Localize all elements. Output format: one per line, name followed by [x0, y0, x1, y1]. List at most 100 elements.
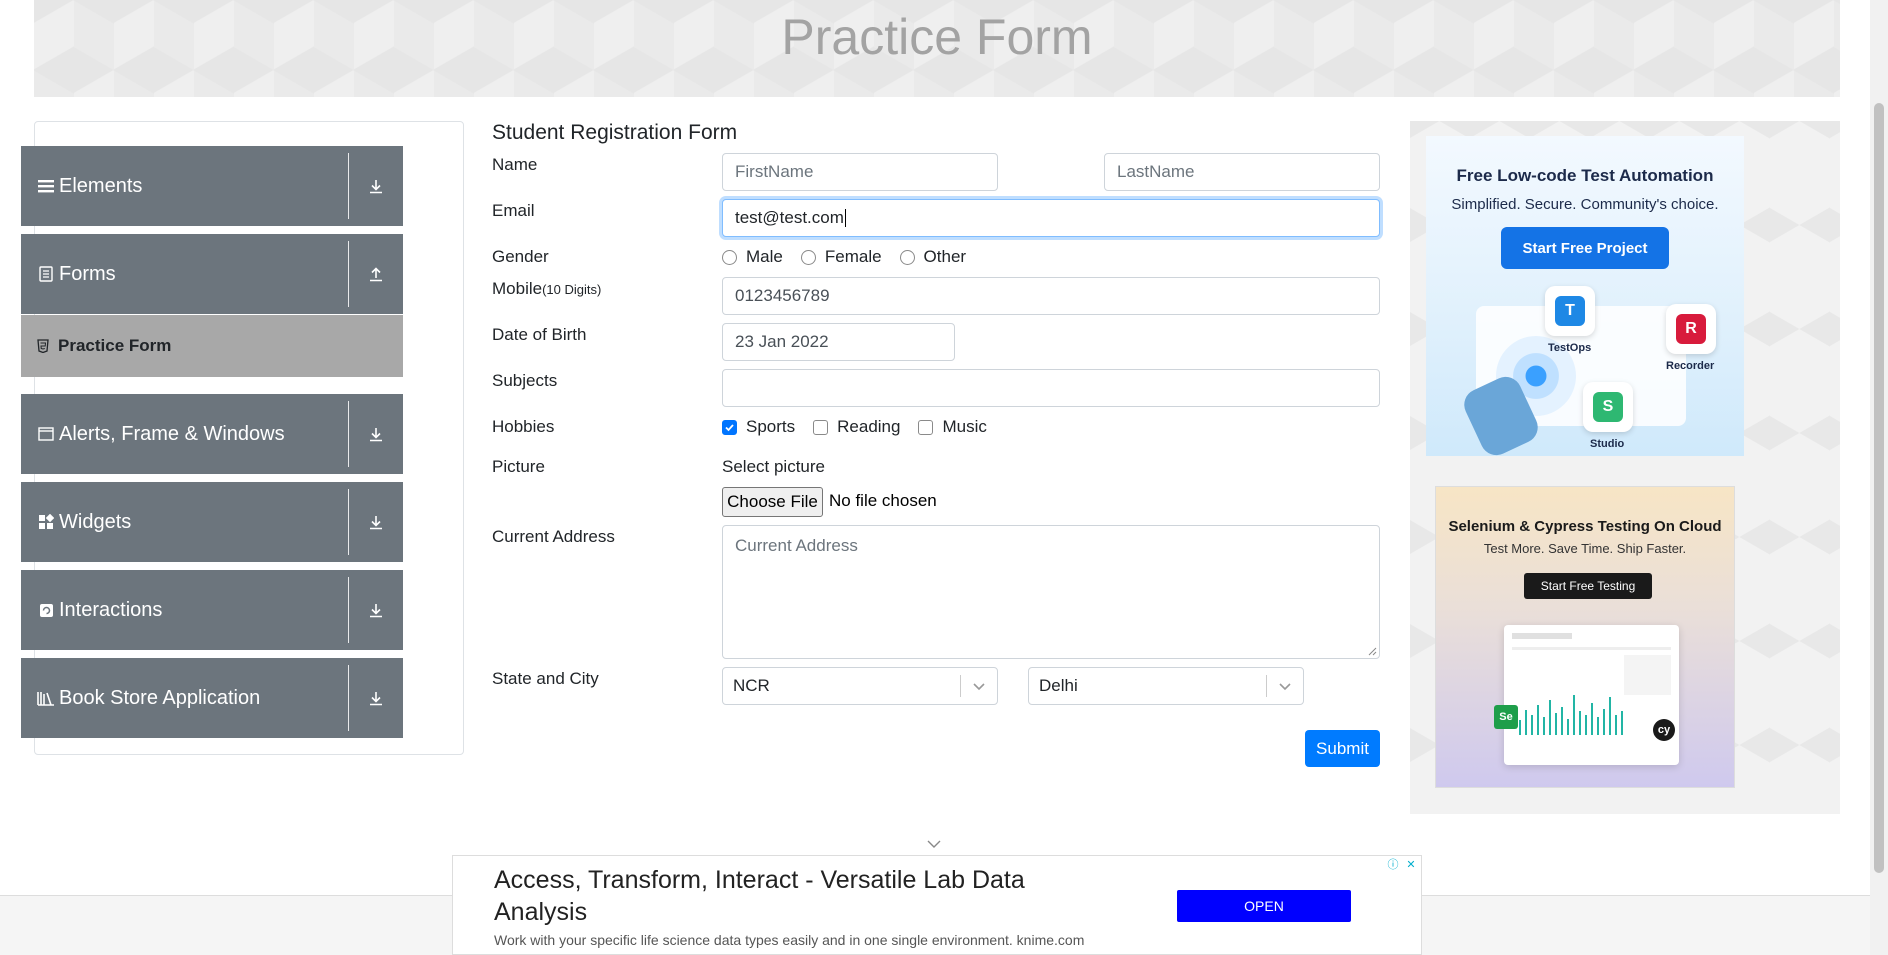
mobile-hint: (10 Digits) [542, 282, 602, 297]
gender-female-radio[interactable]: Female [800, 247, 882, 267]
menu-group-label: Elements [59, 174, 143, 197]
interaction-icon [37, 601, 55, 619]
katalon-ad[interactable]: Free Low-code Test Automation Simplified… [1426, 136, 1744, 456]
menu-group-forms[interactable]: Forms [21, 234, 403, 314]
cypress-icon: cy [1653, 719, 1675, 741]
email-label: Email [492, 201, 535, 220]
page: Practice Form Elements Forms Practice Fo… [0, 0, 1888, 955]
first-name-input[interactable]: FirstName [722, 153, 998, 191]
hobbies-checkbox-group: Sports Reading Music [722, 417, 1005, 437]
close-icon[interactable]: ✕ [1403, 856, 1419, 872]
download-icon[interactable] [349, 426, 403, 442]
submit-button[interactable]: Submit [1305, 730, 1380, 767]
ad-controls: ⓘ ✕ [1385, 856, 1419, 872]
recorder-tile-icon: R [1666, 304, 1716, 354]
city-value: Delhi [1039, 676, 1078, 695]
email-input[interactable]: test@test.com [722, 199, 1380, 237]
testops-label: TestOps [1548, 342, 1592, 354]
chevron-down-icon[interactable] [1267, 681, 1303, 691]
download-icon[interactable] [349, 178, 403, 194]
hobbies-label: Hobbies [492, 417, 555, 436]
recorder-label: Recorder [1666, 360, 1715, 372]
last-name-placeholder: LastName [1117, 162, 1195, 181]
mobile-input[interactable]: 0123456789 [722, 277, 1380, 315]
menu-group-label: Widgets [59, 510, 132, 533]
current-address-label: Current Address [492, 527, 615, 546]
download-icon[interactable] [349, 602, 403, 618]
info-icon[interactable]: ⓘ [1385, 856, 1401, 872]
first-name-placeholder: FirstName [735, 162, 814, 181]
menu-group-label: Interactions [59, 598, 163, 621]
document-icon [37, 265, 55, 283]
ad-subtitle: Simplified. Secure. Community's choice. [1451, 196, 1719, 213]
testops-tile-icon: T [1545, 286, 1595, 336]
page-title: Practice Form [781, 9, 1093, 65]
page-scrollbar[interactable] [1870, 0, 1888, 955]
hobby-reading-checkbox[interactable]: Reading [813, 417, 900, 437]
menu-group-widgets[interactable]: Widgets [21, 482, 403, 562]
widgets-icon [37, 513, 55, 531]
menu-group-alerts-frame-windows[interactable]: Alerts, Frame & Windows [21, 394, 403, 474]
menu-group-interactions[interactable]: Interactions [21, 570, 403, 650]
gender-radio-group: Male Female Other [722, 247, 984, 267]
city-select[interactable]: Delhi [1028, 667, 1304, 705]
header-banner: Practice Form [34, 0, 1840, 97]
resize-handle-icon[interactable] [1368, 647, 1377, 656]
menu-group-elements[interactable]: Elements [21, 146, 403, 226]
menu-item-practice-form[interactable]: Practice Form [21, 315, 403, 377]
name-label: Name [492, 155, 538, 174]
list-icon [37, 177, 55, 195]
choose-file-button[interactable]: Choose File [722, 487, 823, 517]
hobby-music-checkbox[interactable]: Music [918, 417, 987, 437]
mobile-label: Mobile(10 Digits) [492, 279, 602, 298]
ad-subtitle: Test More. Save Time. Ship Faster. [1483, 541, 1687, 556]
menu-group-book-store-application[interactable]: Book Store Application [21, 658, 403, 738]
menu-group-label: Forms [59, 262, 116, 285]
window-icon [37, 425, 55, 443]
current-address-placeholder: Current Address [735, 536, 858, 555]
chevron-down-icon[interactable] [961, 681, 997, 691]
gender-label: Gender [492, 247, 549, 266]
menu-group-label: Book Store Application [59, 686, 261, 709]
ad-title: Free Low-code Test Automation [1456, 166, 1714, 185]
gender-other-radio[interactable]: Other [899, 247, 966, 267]
picture-label: Picture [492, 457, 545, 476]
subjects-input[interactable] [722, 369, 1380, 407]
start-free-project-button[interactable]: Start Free Project [1501, 227, 1669, 269]
menu-group-label: Alerts, Frame & Windows [59, 422, 285, 445]
select-picture-label: Select picture [722, 457, 825, 476]
hobby-sports-checkbox[interactable]: Sports [722, 417, 795, 437]
checkmark-icon[interactable] [722, 419, 737, 435]
state-city-label: State and City [492, 669, 599, 688]
date-of-birth-input[interactable]: 23 Jan 2022 [722, 323, 955, 361]
state-value: NCR [733, 676, 770, 695]
knime-banner-ad[interactable]: Access, Transform, Interact - Versatile … [452, 855, 1422, 955]
upload-icon[interactable] [349, 266, 403, 282]
ad-subtitle: Work with your specific life science dat… [494, 932, 1085, 948]
no-file-chosen-text: No file chosen [829, 491, 937, 510]
start-free-testing-button[interactable]: Start Free Testing [1524, 573, 1652, 599]
download-icon[interactable] [349, 514, 403, 530]
open-button[interactable]: OPEN [1177, 890, 1351, 922]
dob-value: 23 Jan 2022 [735, 332, 829, 351]
studio-label: Studio [1590, 438, 1625, 450]
ad-title: Access, Transform, Interact - Versatile … [494, 866, 1025, 926]
ad-title: Selenium & Cypress Testing On Cloud [1448, 518, 1722, 535]
current-address-textarea[interactable]: Current Address [722, 525, 1380, 659]
state-select[interactable]: NCR [722, 667, 998, 705]
form-title: Student Registration Form [492, 121, 738, 144]
lambdatest-ad[interactable]: Selenium & Cypress Testing On Cloud Test… [1435, 486, 1735, 788]
mobile-value: 0123456789 [735, 286, 830, 305]
subjects-label: Subjects [492, 371, 558, 390]
menu-item-label: Practice Form [58, 336, 172, 355]
download-icon[interactable] [349, 690, 403, 706]
gender-male-radio[interactable]: Male [722, 247, 783, 267]
studio-tile-icon: S [1583, 382, 1633, 432]
chevron-down-icon[interactable] [926, 836, 942, 854]
dashboard-illustration [1504, 625, 1679, 765]
scrollbar-thumb[interactable] [1874, 103, 1884, 873]
last-name-input[interactable]: LastName [1104, 153, 1380, 191]
dob-label: Date of Birth [492, 325, 587, 344]
books-icon [37, 689, 55, 707]
email-value: test@test.com [735, 208, 844, 227]
